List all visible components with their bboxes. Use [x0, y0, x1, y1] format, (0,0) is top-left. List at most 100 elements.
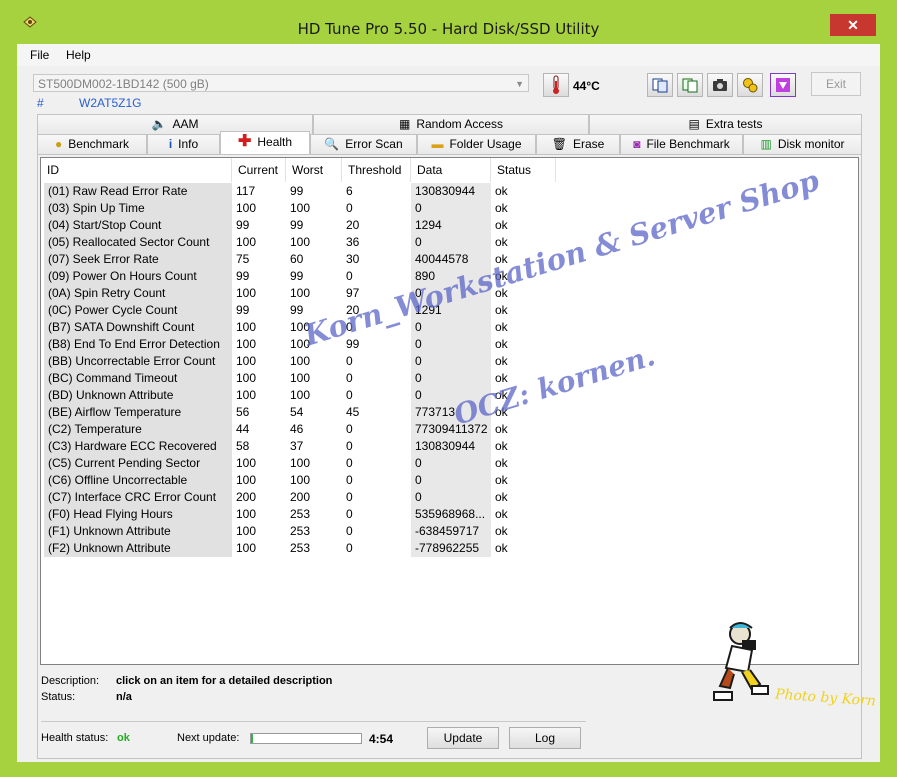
tab-file-benchmark-label: File Benchmark [646, 137, 730, 151]
description-value: click on an item for a detailed descript… [116, 675, 333, 687]
cell-threshold: 20 [346, 303, 360, 317]
cell-id: (F1) Unknown Attribute [44, 523, 232, 540]
health-status-value: ok [117, 732, 130, 744]
cell-current: 100 [236, 201, 257, 215]
cell-current: 58 [236, 439, 250, 453]
health-status-label: Health status: [41, 732, 109, 744]
tab-aam-label: AAM [172, 117, 199, 131]
tab-benchmark-label: Benchmark [68, 137, 129, 151]
table-row[interactable]: (BB) Uncorrectable Error Count 100 100 0 0 ok [41, 353, 856, 370]
log-button[interactable]: Log [509, 727, 581, 749]
cell-id: (BB) Uncorrectable Error Count [44, 353, 232, 370]
column-header-id[interactable]: ID [41, 158, 232, 182]
cell-data: 0 [411, 353, 491, 370]
cell-status: ok [495, 439, 508, 453]
tab-file-benchmark[interactable]: ◙ File Benchmark [620, 134, 743, 154]
table-row[interactable]: (C3) Hardware ECC Recovered 58 37 0 13083094… [41, 438, 856, 455]
copy-info-button[interactable] [647, 73, 673, 97]
cell-id: (04) Start/Stop Count [44, 217, 232, 234]
info-icon: i [168, 137, 173, 151]
table-row[interactable]: (F0) Head Flying Hours 100 253 0 535968968..… [41, 506, 856, 523]
table-row[interactable]: (0A) Spin Retry Count 100 100 97 0 ok [41, 285, 856, 302]
tab-random-access[interactable]: ▦ Random Access [313, 114, 589, 134]
tab-folder-usage-label: Folder Usage [449, 137, 522, 151]
aam-icon: 🔈 [151, 117, 167, 131]
cell-data: 0 [411, 234, 491, 251]
column-header-worst[interactable]: Worst [286, 158, 342, 182]
menu-file[interactable]: File [30, 48, 49, 62]
tab-disk-monitor[interactable]: ▥ Disk monitor [743, 134, 862, 154]
app-window: HD Tune Pro 5.50 - Hard Disk/SSD Utility… [0, 0, 897, 777]
cell-id: (B7) SATA Downshift Count [44, 319, 232, 336]
table-row[interactable]: (C7) Interface CRC Error Count 200 200 0 0 ok [41, 489, 856, 506]
save-button[interactable] [770, 73, 796, 97]
cell-id: (01) Raw Read Error Rate [44, 183, 232, 200]
cell-current: 100 [236, 320, 257, 334]
cell-id: (C6) Offline Uncorrectable [44, 472, 232, 489]
update-button[interactable]: Update [427, 727, 499, 749]
tab-benchmark[interactable]: ● Benchmark [37, 134, 147, 154]
cell-id: (F0) Head Flying Hours [44, 506, 232, 523]
tab-error-scan[interactable]: 🔍 Error Scan [310, 134, 417, 154]
smart-table[interactable]: ID Current Worst Threshold Data Status (… [40, 157, 859, 665]
table-row[interactable]: (05) Reallocated Sector Count 100 100 36 0 ok [41, 234, 856, 251]
column-header-data[interactable]: Data [411, 158, 491, 182]
cell-threshold: 0 [346, 524, 353, 538]
cell-current: 100 [236, 473, 257, 487]
next-update-time: 4:54 [369, 732, 394, 746]
cell-threshold: 30 [346, 252, 360, 266]
tab-row-bottom: ● Benchmark i Info ✚ Health 🔍 Error Scan ▬ Fo… [37, 131, 862, 154]
random-access-icon: ▦ [398, 117, 411, 131]
table-row[interactable]: (BC) Command Timeout 100 100 0 0 ok [41, 370, 856, 387]
cell-current: 75 [236, 252, 250, 266]
tab-folder-usage[interactable]: ▬ Folder Usage [417, 134, 536, 154]
copy-all-button[interactable] [677, 73, 703, 97]
cell-status: ok [495, 354, 508, 368]
table-row[interactable]: (B7) SATA Downshift Count 100 100 0 0 ok [41, 319, 856, 336]
cell-status: ok [495, 422, 508, 436]
table-row[interactable]: (B8) End To End Error Detection 100 100 99 0… [41, 336, 856, 353]
cell-data: 77309411372 [411, 421, 491, 438]
cell-data: 0 [411, 336, 491, 353]
cell-status: ok [495, 269, 508, 283]
options-button[interactable] [737, 73, 763, 97]
screenshot-button[interactable] [707, 73, 733, 97]
cell-status: ok [495, 303, 508, 317]
table-row[interactable]: (F1) Unknown Attribute 100 253 0 -638459717 o… [41, 523, 856, 540]
table-row[interactable]: (07) Seek Error Rate 75 60 30 40044578 ok [41, 251, 856, 268]
tab-health[interactable]: ✚ Health [220, 131, 310, 154]
table-row[interactable]: (F2) Unknown Attribute 100 253 0 -778962255 o… [41, 540, 856, 557]
column-header-current[interactable]: Current [232, 158, 286, 182]
tab-disk-monitor-label: Disk monitor [777, 137, 845, 151]
cell-current: 100 [236, 337, 257, 351]
table-row[interactable]: (C6) Offline Uncorrectable 100 100 0 0 ok [41, 472, 856, 489]
drive-select[interactable]: ST500DM002-1BD142 (500 gB) ▼ [33, 74, 529, 92]
tab-info[interactable]: i Info [147, 134, 220, 154]
column-header-threshold[interactable]: Threshold [342, 158, 411, 182]
cell-current: 44 [236, 422, 250, 436]
menu-help[interactable]: Help [66, 48, 91, 62]
disk-monitor-icon: ▥ [760, 137, 772, 151]
cell-current: 100 [236, 524, 257, 538]
cell-status: ok [495, 235, 508, 249]
copy-icon [652, 78, 668, 93]
column-header-status[interactable]: Status [491, 158, 556, 182]
table-row[interactable]: (01) Raw Read Error Rate 117 99 6 130830944 o… [41, 183, 856, 200]
cell-worst: 60 [290, 252, 304, 266]
table-row[interactable]: (04) Start/Stop Count 99 99 20 1294 ok [41, 217, 856, 234]
table-row[interactable]: (BD) Unknown Attribute 100 100 0 0 ok [41, 387, 856, 404]
table-row[interactable]: (0C) Power Cycle Count 99 99 20 1291 ok [41, 302, 856, 319]
tab-erase[interactable]: 🗑 Erase [536, 134, 620, 154]
exit-button[interactable]: Exit [811, 72, 861, 96]
table-row[interactable]: (09) Power On Hours Count 99 99 0 890 ok [41, 268, 856, 285]
table-row[interactable]: (03) Spin Up Time 100 100 0 0 ok [41, 200, 856, 217]
tab-extra-tests[interactable]: ▤ Extra tests [589, 114, 862, 134]
window-title: HD Tune Pro 5.50 - Hard Disk/SSD Utility [297, 20, 600, 38]
table-row[interactable]: (C2) Temperature 44 46 0 77309411372 ok [41, 421, 856, 438]
close-button[interactable]: ✕ [830, 14, 876, 36]
table-row[interactable]: (C5) Current Pending Sector 100 100 0 0 ok [41, 455, 856, 472]
cell-status: ok [495, 524, 508, 538]
table-row[interactable]: (BE) Airflow Temperature 56 54 45 773713 ok [41, 404, 856, 421]
cell-worst: 46 [290, 422, 304, 436]
thermometer-button[interactable] [543, 73, 569, 97]
